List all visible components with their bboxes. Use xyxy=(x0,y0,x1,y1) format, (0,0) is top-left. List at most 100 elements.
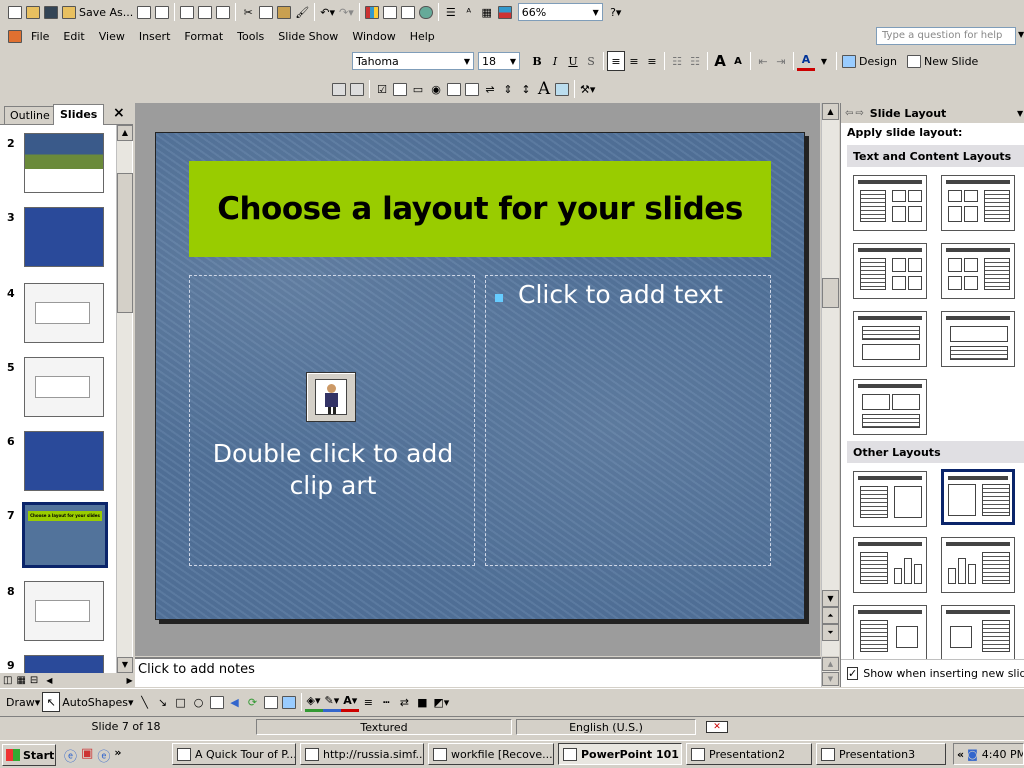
layout-two-content-and-text[interactable] xyxy=(941,243,1015,299)
help-icon[interactable]: ?▾ xyxy=(607,2,625,22)
design-button[interactable]: Design xyxy=(840,51,899,71)
layout-text-and-content[interactable] xyxy=(853,175,927,231)
hyperlink-icon[interactable] xyxy=(417,2,435,22)
slide-thumbnail[interactable] xyxy=(24,133,104,193)
line-color-icon[interactable]: ✎▾ xyxy=(322,692,342,712)
layout-clip-art-and-text[interactable] xyxy=(941,469,1015,525)
zoom-select[interactable]: 66% ▼ xyxy=(517,3,603,21)
autoshapes-button[interactable]: AutoShapes ▾ xyxy=(60,692,135,712)
layout-content-over-text[interactable] xyxy=(941,311,1015,367)
menu-format[interactable]: Format xyxy=(177,30,230,43)
taskbar-item[interactable]: Presentation2 xyxy=(686,743,812,765)
task-pane-menu-icon[interactable]: ▼ xyxy=(1017,109,1023,118)
checkbox-control-icon[interactable]: ☑ xyxy=(373,79,391,99)
slide-title-bar[interactable]: Choose a layout for your slides xyxy=(189,161,771,257)
expand-all-icon[interactable]: ☰ xyxy=(442,2,460,22)
spelling-status-icon[interactable]: ✕ xyxy=(706,721,728,733)
previous-slide-icon[interactable]: ⏶ xyxy=(822,607,839,624)
align-right-icon[interactable]: ≡ xyxy=(643,51,661,71)
view-code-icon[interactable] xyxy=(348,79,366,99)
network-tray-icon[interactable]: ◙ xyxy=(967,748,978,761)
layout-text-and-two-content[interactable] xyxy=(853,243,927,299)
menu-tools[interactable]: Tools xyxy=(230,30,271,43)
fill-color-icon[interactable]: ◈▾ xyxy=(304,692,323,712)
numbering-icon[interactable]: ☷ xyxy=(668,51,686,71)
print-preview-icon[interactable] xyxy=(196,2,214,22)
slide-thumbnail[interactable] xyxy=(24,655,104,673)
slides-scroll-thumb[interactable] xyxy=(117,173,133,313)
layout-text-and-chart[interactable] xyxy=(853,537,927,593)
layout-media-and-text[interactable] xyxy=(941,605,1015,659)
taskbar-item[interactable]: Presentation3 xyxy=(816,743,946,765)
save-icon[interactable] xyxy=(42,2,60,22)
layout-chart-and-text[interactable] xyxy=(941,537,1015,593)
increase-font-button[interactable]: A xyxy=(711,51,729,71)
hscroll-right-icon[interactable]: ▶ xyxy=(126,676,132,685)
italic-button[interactable]: I xyxy=(546,51,564,71)
font-select[interactable]: Tahoma ▼ xyxy=(352,52,474,70)
textbox-icon[interactable] xyxy=(208,692,226,712)
spelling-icon[interactable] xyxy=(214,2,232,22)
menu-insert[interactable]: Insert xyxy=(132,30,178,43)
format-painter-icon[interactable]: 🖌 xyxy=(293,2,311,22)
properties-icon[interactable] xyxy=(330,79,348,99)
more-controls-icon[interactable]: ⚒▾ xyxy=(578,79,597,99)
font-size-select[interactable]: 18 ▼ xyxy=(478,52,520,70)
color-grayscale-icon[interactable] xyxy=(496,2,514,22)
text-placeholder[interactable]: Click to add text xyxy=(485,275,771,566)
menu-help[interactable]: Help xyxy=(403,30,442,43)
main-scroll-thumb[interactable] xyxy=(822,278,839,308)
listbox-control-icon[interactable] xyxy=(445,79,463,99)
decrease-indent-icon[interactable]: ⇤ xyxy=(754,51,772,71)
notes-pane[interactable]: Click to add notes xyxy=(135,657,821,687)
shadow-button[interactable]: S xyxy=(582,51,600,71)
rectangle-icon[interactable]: □ xyxy=(172,692,190,712)
diagram-icon[interactable]: ⟳ xyxy=(244,692,262,712)
layout-two-content-over-text[interactable] xyxy=(853,379,927,435)
3d-style-icon[interactable]: ◩▾ xyxy=(431,692,451,712)
new-slide-button[interactable]: New Slide xyxy=(905,51,980,71)
clipart-placeholder[interactable]: Double click to add clip art xyxy=(189,275,475,566)
notes-scrollbar[interactable]: ▲ ▼ xyxy=(821,657,839,687)
slide-sorter-icon[interactable]: ▦ xyxy=(16,675,25,686)
paste-icon[interactable] xyxy=(275,2,293,22)
layout-text-and-media[interactable] xyxy=(853,605,927,659)
email-icon[interactable] xyxy=(153,2,171,22)
quicklaunch-more-icon[interactable]: » xyxy=(114,746,121,765)
decrease-font-button[interactable]: A xyxy=(729,51,747,71)
menu-slide-show[interactable]: Slide Show xyxy=(271,30,345,43)
slide-thumbnail[interactable] xyxy=(24,283,104,343)
copy-icon[interactable] xyxy=(257,2,275,22)
textbox-control-icon[interactable] xyxy=(391,79,409,99)
show-formatting-icon[interactable]: ᴬ xyxy=(460,2,478,22)
bullets-icon[interactable]: ☷ xyxy=(686,51,704,71)
combobox-control-icon[interactable] xyxy=(463,79,481,99)
help-dropdown-icon[interactable]: ▼ xyxy=(1018,30,1024,39)
slides-scrollbar[interactable]: ▲ ▼ xyxy=(116,125,133,673)
slide-canvas[interactable]: Choose a layout for your slides Double c… xyxy=(155,132,805,620)
close-pane-icon[interactable]: × xyxy=(113,105,125,121)
taskbar-item[interactable]: workfile [Recove... xyxy=(428,743,554,765)
line-style-icon[interactable]: ≡ xyxy=(359,692,377,712)
main-scrollbar[interactable]: ▲ ▼ ⏶ ⏷ xyxy=(821,103,839,656)
wordart-icon[interactable]: ◀ xyxy=(226,692,244,712)
slide-show-icon[interactable]: ⊟ xyxy=(30,675,38,686)
menu-file[interactable]: File xyxy=(24,30,56,43)
normal-view-icon[interactable]: ◫ xyxy=(3,675,12,686)
spin-control-icon[interactable]: ⇕ xyxy=(499,79,517,99)
start-button[interactable]: Start xyxy=(2,744,56,766)
task-pane-title[interactable]: Slide Layout xyxy=(870,107,947,120)
open-icon[interactable] xyxy=(24,2,42,22)
forward-icon[interactable]: ⇨ xyxy=(855,108,863,119)
font-color-button[interactable]: A xyxy=(797,51,815,71)
font-color-dropdown-icon[interactable]: ▼ xyxy=(815,51,833,71)
insert-picture-icon[interactable] xyxy=(280,692,298,712)
taskbar-item[interactable]: A Quick Tour of P... xyxy=(172,743,296,765)
tab-outline[interactable]: Outline xyxy=(4,106,56,124)
clipart-icon[interactable] xyxy=(306,372,356,422)
ie-quicklaunch-icon[interactable]: ⓔ xyxy=(64,746,77,765)
option-control-icon[interactable]: ◉ xyxy=(427,79,445,99)
button-control-icon[interactable]: ▭ xyxy=(409,79,427,99)
print-icon[interactable] xyxy=(178,2,196,22)
slide-thumbnail[interactable]: Choose a layout for your slides xyxy=(22,502,108,568)
